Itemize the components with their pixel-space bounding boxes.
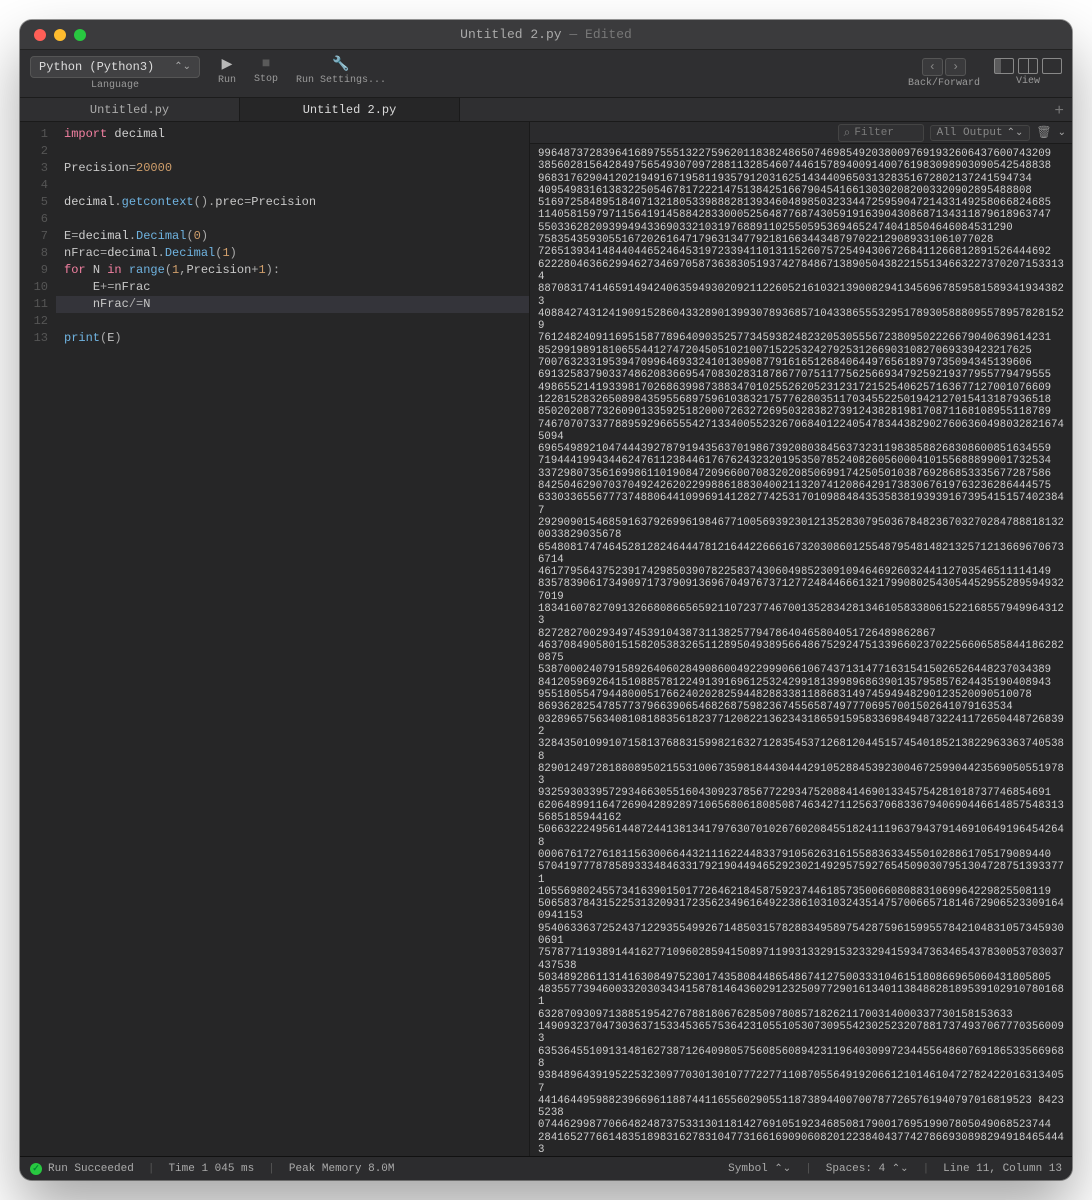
back-icon[interactable]: ‹ xyxy=(922,58,943,76)
back-forward-nav[interactable]: ‹ › Back/Forward xyxy=(908,58,980,89)
tab-bar: Untitled.pyUntitled 2.py + xyxy=(20,98,1072,122)
forward-icon[interactable]: › xyxy=(945,58,966,76)
symbol-menu[interactable]: Symbol ⌃⌄ xyxy=(728,1163,791,1175)
window-controls xyxy=(20,29,86,41)
output-filter-dropdown[interactable]: All Output ⌃⌄ xyxy=(930,125,1031,141)
view-full-icon[interactable] xyxy=(1042,58,1062,74)
language-label: Language xyxy=(91,80,139,91)
status-bar: Run Succeeded | Time 1 045 ms | Peak Mem… xyxy=(20,1156,1072,1180)
stop-button[interactable]: ■ Stop xyxy=(254,56,278,85)
run-time: Time 1 045 ms xyxy=(168,1163,254,1175)
main-split: 12345678910111213 import decimal Precisi… xyxy=(20,122,1072,1156)
success-icon xyxy=(30,1163,42,1175)
new-tab-button[interactable]: + xyxy=(1054,102,1064,120)
chevron-down-icon[interactable]: ⌄ xyxy=(1058,127,1066,139)
wrench-icon: 🔧 xyxy=(332,56,349,73)
output-pane: Filter All Output ⌃⌄ 🗑 ⌄ 996487372839641… xyxy=(530,122,1072,1156)
stop-icon: ■ xyxy=(262,56,270,72)
play-icon: ▶ xyxy=(222,56,233,73)
title-filename: Untitled 2.py xyxy=(460,27,561,42)
zoom-icon[interactable] xyxy=(74,29,86,41)
line-gutter: 12345678910111213 xyxy=(20,122,56,1156)
clear-output-icon[interactable]: 🗑 xyxy=(1036,125,1051,140)
titlebar: Untitled 2.py — Edited xyxy=(20,20,1072,50)
run-button[interactable]: ▶ Run xyxy=(218,56,236,86)
view-split-icon[interactable] xyxy=(1018,58,1038,74)
minimize-icon[interactable] xyxy=(54,29,66,41)
code-body[interactable]: import decimal Precision=20000 decimal.g… xyxy=(56,122,529,1156)
language-selector[interactable]: Python (Python3) ⌃⌄ xyxy=(30,56,200,78)
code-editor[interactable]: 12345678910111213 import decimal Precisi… xyxy=(20,122,529,1156)
window-title: Untitled 2.py — Edited xyxy=(20,27,1072,42)
output-body[interactable]: 9964873728396416897555132275962011838248… xyxy=(530,144,1072,1156)
run-status: Run Succeeded xyxy=(48,1163,134,1175)
output-toolbar: Filter All Output ⌃⌄ 🗑 ⌄ xyxy=(530,122,1072,144)
app-window: Untitled 2.py — Edited Python (Python3) … xyxy=(20,20,1072,1180)
editor-pane: 12345678910111213 import decimal Precisi… xyxy=(20,122,530,1156)
run-settings-button[interactable]: 🔧 Run Settings... xyxy=(296,56,386,86)
view-sidebar-icon[interactable] xyxy=(994,58,1014,74)
title-state: Edited xyxy=(585,27,632,42)
chevron-updown-icon: ⌃⌄ xyxy=(1007,127,1024,139)
indent-menu[interactable]: Spaces: 4 ⌃⌄ xyxy=(826,1163,909,1175)
chevron-updown-icon: ⌃⌄ xyxy=(174,61,191,73)
cursor-position: Line 11, Column 13 xyxy=(943,1163,1062,1175)
tab[interactable]: Untitled.py xyxy=(20,98,240,121)
tab[interactable]: Untitled 2.py xyxy=(240,98,460,121)
close-icon[interactable] xyxy=(34,29,46,41)
output-filter-input[interactable]: Filter xyxy=(838,124,924,142)
view-modes[interactable]: View xyxy=(994,58,1062,87)
language-value: Python (Python3) xyxy=(39,60,154,74)
toolbar: Python (Python3) ⌃⌄ Language ▶ Run ■ Sto… xyxy=(20,50,1072,98)
run-memory: Peak Memory 8.0M xyxy=(289,1163,395,1175)
